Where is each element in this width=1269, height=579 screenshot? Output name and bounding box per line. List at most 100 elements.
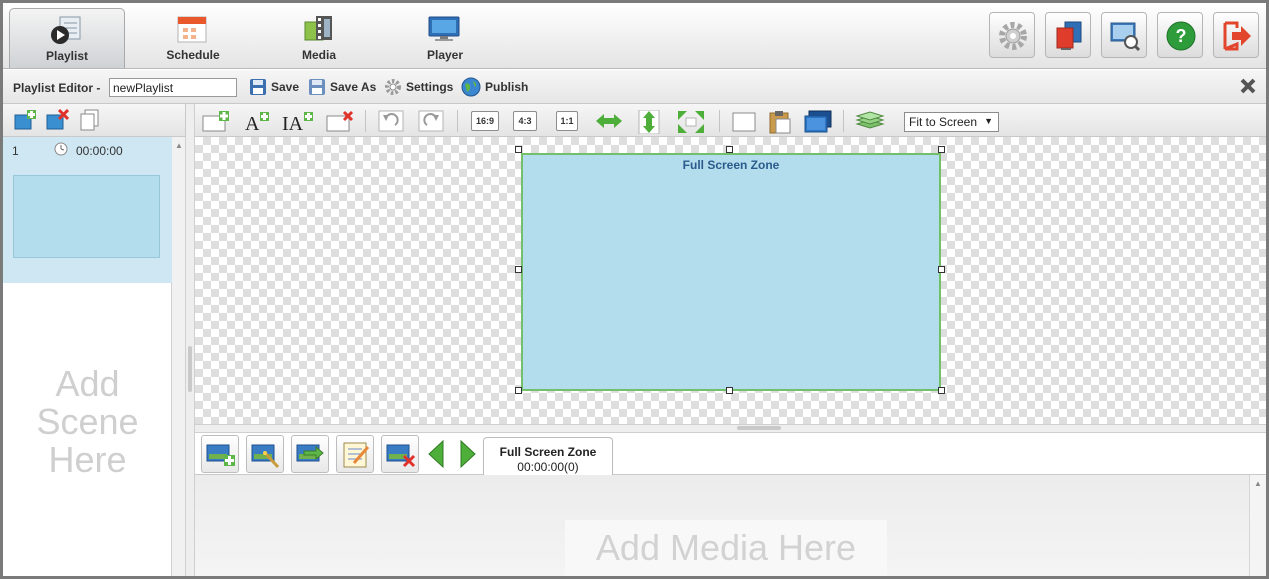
help-icon: ? (1166, 21, 1196, 51)
vertical-splitter[interactable] (186, 104, 195, 576)
logout-icon (1223, 21, 1251, 51)
fit-width-icon[interactable] (595, 110, 623, 132)
delete-scene-icon[interactable] (45, 109, 69, 131)
scene-thumbnail[interactable] (13, 175, 160, 258)
playlist-name-input[interactable] (109, 78, 237, 97)
toolbar-separator (365, 110, 366, 132)
layout-canvas[interactable]: Full Screen Zone (195, 137, 1266, 424)
delete-media-button[interactable] (381, 435, 419, 473)
ratio-1-1-button[interactable]: 1:1 (556, 111, 578, 131)
zone-label: Full Screen Zone (682, 158, 780, 172)
gear-icon (999, 22, 1027, 50)
add-media-icon (206, 444, 235, 466)
tab-media-label: Media (301, 48, 336, 62)
settings-link[interactable]: Settings (384, 76, 453, 98)
ratio-16-9-button[interactable]: 16:9 (471, 111, 499, 131)
scene-duration: 00:00:00 (76, 144, 123, 158)
resize-handle[interactable] (938, 387, 945, 394)
splitter-grip[interactable] (188, 346, 192, 392)
scene-number: 1 (12, 144, 19, 158)
zone-tab[interactable]: Full Screen Zone 00:00:00(0) (483, 437, 613, 476)
previous-zone-icon[interactable] (427, 440, 445, 468)
help-button[interactable]: ? (1157, 12, 1203, 58)
fullscreen-icon[interactable] (677, 110, 705, 134)
app-frame: Playlist Schedule Media Player ? Playlis… (0, 0, 1269, 579)
settings-label: Settings (406, 80, 454, 94)
save-as-label: Save As (330, 80, 377, 94)
floppy-icon (309, 79, 325, 95)
save-label: Save (271, 80, 300, 94)
resize-handle[interactable] (938, 146, 945, 153)
tab-schedule-label: Schedule (166, 48, 220, 62)
fit-select-value: Fit to Screen (909, 115, 978, 129)
tab-playlist[interactable]: Playlist (9, 8, 125, 68)
add-scene-placeholder: Add Scene Here (36, 363, 139, 480)
sync-button[interactable] (1045, 12, 1091, 58)
publish-button[interactable]: Publish (461, 76, 528, 98)
add-ticker-icon[interactable]: IA (281, 110, 315, 132)
horizontal-splitter[interactable] (195, 424, 1266, 433)
playlist-icon (51, 16, 81, 44)
add-zone-icon[interactable] (201, 110, 231, 132)
image-swap-icon (296, 444, 324, 462)
calendar-icon (177, 16, 207, 43)
logout-button[interactable] (1213, 12, 1259, 58)
full-screen-zone[interactable]: Full Screen Zone (521, 153, 941, 391)
display-search-button[interactable] (1101, 12, 1147, 58)
zone-tab-duration: 00:00:00(0) (517, 460, 579, 474)
zone-tab-title: Full Screen Zone (499, 445, 597, 459)
close-editor-icon[interactable] (1238, 76, 1258, 96)
resize-handle[interactable] (726, 387, 733, 394)
image-delete-icon (386, 444, 416, 468)
svg-text:A: A (245, 113, 260, 132)
add-text-icon[interactable]: A (243, 110, 271, 132)
media-toolbar: Full Screen Zone 00:00:00(0) (195, 433, 1266, 476)
scene-item[interactable]: 1 00:00:00 (3, 137, 172, 283)
resize-handle[interactable] (515, 146, 522, 153)
redo-icon[interactable] (417, 110, 445, 132)
tab-media[interactable]: Media (261, 8, 377, 68)
fit-height-icon[interactable] (635, 110, 663, 134)
tab-schedule[interactable]: Schedule (135, 8, 251, 68)
scroll-up-icon[interactable]: ▲ (175, 141, 183, 150)
editor-title: Playlist Editor - (13, 81, 101, 95)
add-scene-icon[interactable] (13, 109, 37, 131)
resize-handle[interactable] (515, 266, 522, 273)
edit-media-button[interactable] (246, 435, 284, 473)
media-drop-area[interactable]: Add Media Here (195, 475, 1249, 576)
scene-toolbar (3, 104, 186, 137)
settings-button[interactable] (989, 12, 1035, 58)
add-media-button[interactable] (201, 435, 239, 473)
duplicate-scene-icon[interactable] (77, 109, 101, 131)
background-icon[interactable] (803, 110, 833, 134)
delete-zone-icon[interactable] (325, 110, 355, 132)
swap-media-button[interactable] (291, 435, 329, 473)
save-button[interactable]: Save (249, 76, 299, 98)
fit-to-screen-select[interactable]: Fit to Screen ▼ (904, 112, 999, 132)
scene-scrollbar[interactable]: ▲ (172, 137, 186, 576)
resize-handle[interactable] (515, 387, 522, 394)
splitter-grip[interactable] (737, 426, 781, 430)
scene-list: 1 00:00:00 Add Scene Here (3, 137, 172, 576)
toolbar-separator (843, 110, 844, 132)
monitor-icon (428, 16, 460, 41)
copy-icon[interactable] (731, 110, 757, 132)
resize-handle[interactable] (938, 266, 945, 273)
resize-handle[interactable] (726, 146, 733, 153)
floppy-icon (250, 79, 266, 95)
save-as-button[interactable]: Save As (308, 76, 376, 98)
ratio-4-3-button[interactable]: 4:3 (513, 111, 537, 131)
toolbar-separator (457, 110, 458, 132)
publish-label: Publish (485, 80, 529, 94)
media-scrollbar[interactable]: ▲ (1249, 475, 1266, 576)
scroll-up-icon[interactable]: ▲ (1254, 479, 1262, 488)
layers-icon[interactable] (855, 110, 885, 132)
chevron-down-icon: ▼ (984, 116, 993, 126)
next-zone-icon[interactable] (459, 440, 477, 468)
tab-player[interactable]: Player (387, 8, 503, 68)
svg-text:?: ? (1176, 26, 1187, 46)
canvas-toolbar: A IA 16:9 4:3 1:1 Fit to Screen ▼ (195, 104, 1266, 137)
media-properties-button[interactable] (336, 435, 374, 473)
paste-icon[interactable] (767, 110, 793, 134)
undo-icon[interactable] (377, 110, 405, 132)
